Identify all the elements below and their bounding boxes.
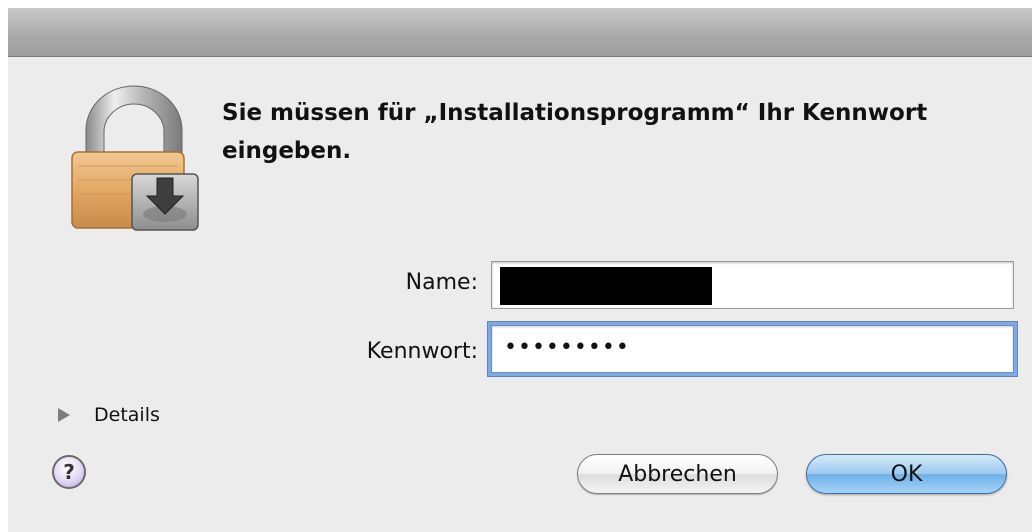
window-titlebar[interactable] (8, 8, 1032, 57)
help-icon[interactable]: ? (52, 455, 86, 489)
name-field[interactable] (491, 261, 1014, 309)
details-disclosure[interactable]: Details (54, 400, 160, 430)
name-label: Name: (405, 270, 478, 295)
password-value: ••••••••• (504, 335, 630, 360)
disclosure-triangle-icon (58, 408, 70, 422)
password-field[interactable]: ••••••••• (491, 325, 1014, 373)
cancel-button[interactable]: Abbrechen (577, 454, 778, 494)
authentication-dialog: Sie müssen für „Installationsprogramm“ I… (8, 8, 1032, 532)
lock-icon (71, 85, 199, 231)
dialog-message: Sie müssen für „Installationsprogramm“ I… (222, 100, 928, 164)
ok-button[interactable]: OK (806, 454, 1007, 494)
details-label: Details (94, 404, 160, 426)
password-label: Kennwort: (366, 339, 478, 364)
redacted-username (500, 267, 712, 305)
